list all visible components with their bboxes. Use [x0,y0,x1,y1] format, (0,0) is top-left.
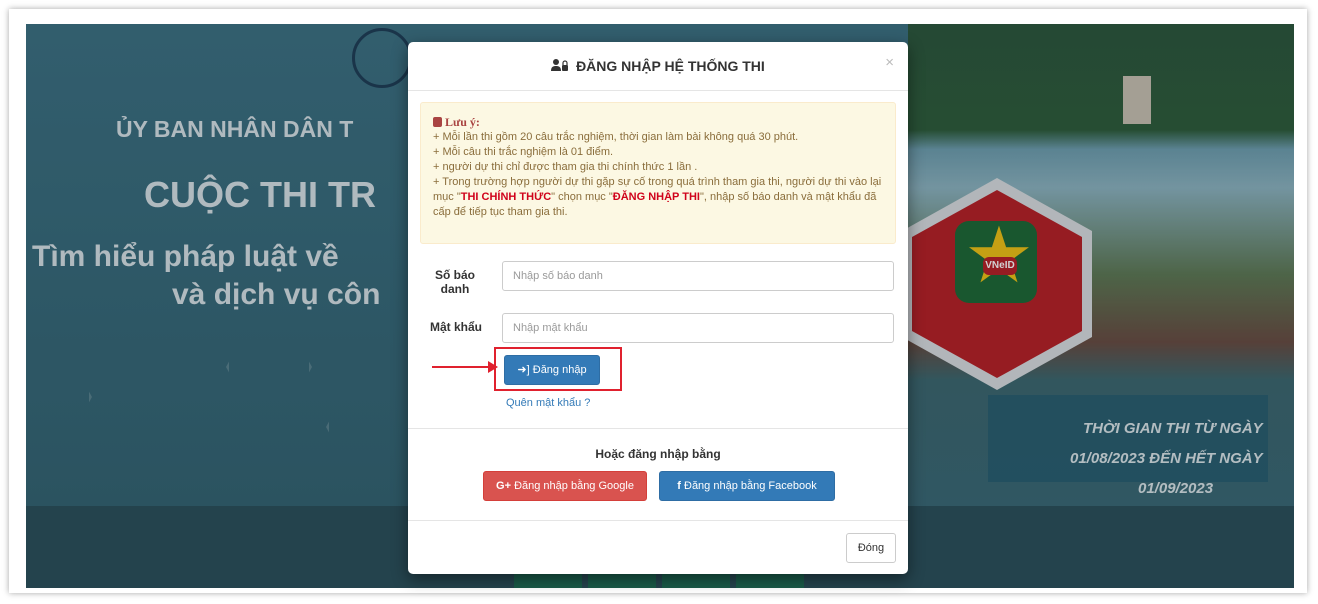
close-button[interactable]: Đóng [846,533,896,563]
login-modal: ĐĂNG NHẬP HỆ THỐNG THI × Lưu ý: + Mỗi lầ… [408,42,908,574]
login-button-label: Đăng nhập [532,364,587,376]
google-plus-icon: G+ [496,480,512,492]
note-highlight: ĐĂNG NHẬP THI [612,191,700,203]
note-heading-text: Lưu ý: [445,115,480,129]
login-button[interactable]: ➜] Đăng nhập [504,355,600,385]
user-lock-icon [551,58,569,74]
note-line-3: + người dự thi chỉ được tham gia thi chí… [433,161,698,173]
facebook-icon: f [677,480,681,492]
note-text: " chọn mục " [551,191,613,203]
sbd-label-line2: danh [440,282,470,296]
facebook-login-button[interactable]: f Đăng nhập bằng Facebook [659,471,835,501]
sign-in-icon: ➜] [517,364,530,376]
facebook-login-label: Đăng nhập bằng Facebook [684,480,817,492]
google-login-button[interactable]: G+ Đăng nhập bằng Google [483,471,647,501]
close-icon[interactable]: × [885,54,894,71]
note-heading: Lưu ý: [433,115,883,130]
note-line-1: + Mỗi lần thi gồm 20 câu trắc nghiệm, th… [433,131,799,143]
note-line-4: + Trong trường hợp người dự thi gặp sự c… [433,175,883,220]
forgot-password-link[interactable]: Quên mật khẩu ? [506,397,590,409]
or-login-with: Hoặc đăng nhập bằng [595,447,721,461]
sbd-label: Số báo danh [430,268,480,296]
sbd-input[interactable] [502,261,894,291]
warning-note: Lưu ý: + Mỗi lần thi gồm 20 câu trắc ngh… [420,102,896,244]
annotation-arrow [432,366,494,368]
divider [408,428,908,429]
google-login-label: Đăng nhập bằng Google [514,480,634,492]
note-line-2: + Mỗi câu thi trắc nghiệm là 01 điểm. [433,146,614,158]
footer-divider [408,520,908,521]
modal-title: ĐĂNG NHẬP HỆ THỐNG THI [408,58,908,74]
modal-header: ĐĂNG NHẬP HỆ THỐNG THI × [408,42,908,91]
note-highlight: THI CHÍNH THỨC [460,191,552,203]
password-input[interactable] [502,313,894,343]
sbd-label-line1: Số báo [434,268,475,282]
lock-icon [433,117,442,127]
modal-title-text: ĐĂNG NHẬP HỆ THỐNG THI [576,58,765,74]
password-label: Mật khẩu [429,320,482,334]
